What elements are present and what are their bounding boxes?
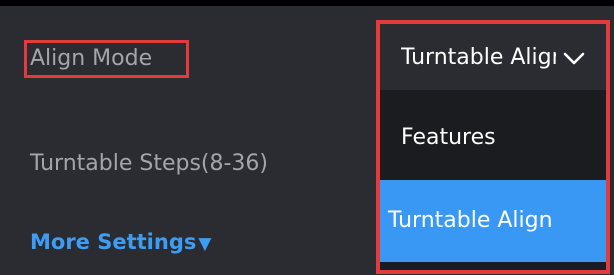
chevron-down-icon [563,52,585,65]
caret-down-icon: ▼ [198,234,212,254]
option-label: Features [401,125,496,150]
annotation-highlight-label [24,40,189,78]
align-mode-select[interactable]: Turntable Align [385,30,601,88]
more-settings-label: More Settings [30,230,197,254]
option-turntable-align[interactable]: Turntable Align [380,180,606,262]
turntable-steps-label: Turntable Steps(8-36) [30,151,269,176]
more-settings-link[interactable]: More Settings ▼ [30,232,211,253]
align-mode-selected-value: Turntable Align [401,47,556,69]
option-features[interactable]: Features [380,90,606,180]
option-label: Turntable Align [388,208,553,233]
window-top-strip [0,0,614,6]
align-mode-options-list: Features Turntable Align [380,90,606,272]
